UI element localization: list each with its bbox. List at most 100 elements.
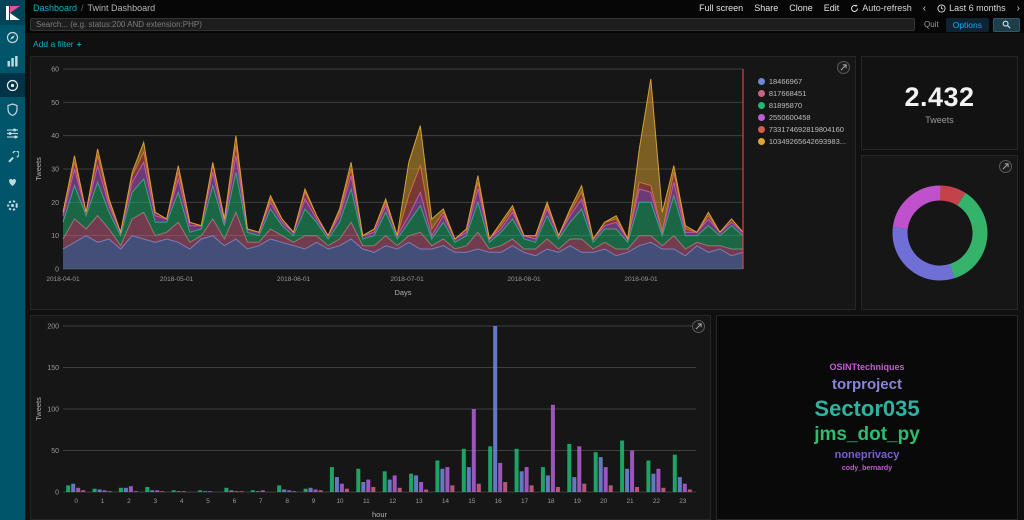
svg-text:5: 5 xyxy=(206,498,210,505)
dashboard-gauge-icon xyxy=(6,79,19,91)
tag-word[interactable]: OSINTtechniques xyxy=(829,362,904,372)
search-icon xyxy=(1002,20,1011,29)
panel-tag-cloud: OSINTtechniques torproject Sector035 jms_do… xyxy=(716,315,1018,520)
svg-text:2018-04-01: 2018-04-01 xyxy=(46,276,80,283)
svg-text:0: 0 xyxy=(55,490,59,497)
svg-text:11: 11 xyxy=(363,498,370,505)
svg-text:4: 4 xyxy=(180,498,184,505)
add-filter-link[interactable]: Add a filter + xyxy=(33,39,82,49)
legend-color-dot xyxy=(757,102,765,109)
svg-text:14: 14 xyxy=(442,498,450,505)
legend-label: 733174692819804160 xyxy=(768,125,844,134)
legend-item[interactable]: 18466967 xyxy=(757,77,846,86)
legend-color-dot xyxy=(757,138,765,145)
quit-button[interactable]: Quit xyxy=(924,20,939,29)
svg-text:40: 40 xyxy=(51,133,59,140)
legend-item[interactable]: 2550600458 xyxy=(757,113,846,122)
svg-text:9: 9 xyxy=(312,498,316,505)
gear-icon xyxy=(7,199,18,211)
svg-text:20: 20 xyxy=(600,498,608,505)
svg-text:2018-09-01: 2018-09-01 xyxy=(624,276,658,283)
sidebar-item-visualize[interactable] xyxy=(0,49,25,73)
legend-item[interactable]: 817668451 xyxy=(757,89,846,98)
sidebar-item-discover[interactable] xyxy=(0,25,25,49)
sidebar-item-timelion[interactable] xyxy=(0,121,25,145)
edit-button[interactable]: Edit xyxy=(824,3,840,13)
time-range-picker[interactable]: Last 6 months xyxy=(937,3,1006,13)
legend-item[interactable]: 81895870 xyxy=(757,101,846,110)
svg-text:1: 1 xyxy=(101,498,105,505)
hourly-bar-chart[interactable]: 0501001502000 1 2 3 4 5 6 7 8 9 10 11 12 13 14 15 16 17 18… xyxy=(33,320,703,520)
svg-text:2: 2 xyxy=(127,498,131,505)
shield-icon xyxy=(7,102,18,116)
sidebar-item-dashboard[interactable] xyxy=(0,73,25,97)
panel-tweet-share xyxy=(861,155,1018,310)
full-screen-button[interactable]: Full screen xyxy=(699,3,743,13)
auto-refresh-label: Auto-refresh xyxy=(862,3,912,13)
metric-label: Tweets xyxy=(925,114,954,125)
breadcrumb-dashboard-link[interactable]: Dashboard xyxy=(33,3,77,13)
svg-text:2018-07-01: 2018-07-01 xyxy=(390,276,424,283)
legend-item[interactable]: 733174692819804160 xyxy=(757,125,846,134)
search-submit-button[interactable] xyxy=(993,17,1020,32)
time-forward-chevron[interactable]: › xyxy=(1017,3,1020,14)
svg-text:0: 0 xyxy=(55,267,59,274)
kibana-logo[interactable] xyxy=(0,0,25,25)
svg-text:3: 3 xyxy=(154,498,158,505)
svg-text:2018-05-01: 2018-05-01 xyxy=(160,276,194,283)
svg-text:17: 17 xyxy=(521,498,529,505)
filter-bar: Add a filter + xyxy=(25,36,1024,52)
svg-text:10: 10 xyxy=(336,498,344,505)
time-back-chevron[interactable]: ‹ xyxy=(923,3,926,14)
legend-color-dot xyxy=(757,126,765,133)
svg-text:23: 23 xyxy=(679,498,687,505)
sidebar-item-monitoring[interactable] xyxy=(0,169,25,193)
legend-item[interactable]: 10349265642693983... xyxy=(757,137,846,146)
svg-text:hour: hour xyxy=(372,510,388,519)
svg-text:6: 6 xyxy=(233,498,237,505)
kibana-dashboard-page: Dashboard / Twint Dashboard Full screen … xyxy=(0,0,1024,520)
chart-legend: 18466967 817668451 81895870 2550600458 73317… xyxy=(757,77,846,146)
panel-expand-icon[interactable] xyxy=(999,160,1012,173)
svg-text:30: 30 xyxy=(51,167,59,174)
svg-text:50: 50 xyxy=(51,448,59,455)
donut-chart[interactable] xyxy=(882,175,998,291)
svg-text:60: 60 xyxy=(51,67,59,74)
heart-icon xyxy=(9,178,16,186)
svg-text:50: 50 xyxy=(51,100,59,107)
search-input[interactable] xyxy=(30,18,916,31)
sidebar-item-management[interactable] xyxy=(0,193,25,217)
tweets-area-chart[interactable]: 0 10 20 30 40 50 60 2018-04-01 2018-05-01 2018-06… xyxy=(33,63,749,303)
share-button[interactable]: Share xyxy=(754,3,778,13)
clone-button[interactable]: Clone xyxy=(789,3,813,13)
svg-text:19: 19 xyxy=(574,498,582,505)
panel-expand-icon[interactable] xyxy=(692,320,705,333)
discover-compass-icon xyxy=(6,31,19,43)
legend-color-dot xyxy=(757,114,765,121)
svg-text:2018-06-01: 2018-06-01 xyxy=(277,276,311,283)
tag-word[interactable]: jms_dot_py xyxy=(814,424,920,446)
auto-refresh-button[interactable]: Auto-refresh xyxy=(850,3,912,13)
svg-text:16: 16 xyxy=(495,498,503,505)
svg-text:8: 8 xyxy=(285,498,289,505)
svg-text:Tweets: Tweets xyxy=(34,157,43,181)
visualize-bar-chart-icon xyxy=(7,55,18,66)
tag-word[interactable]: Sector035 xyxy=(814,396,919,421)
panel-expand-icon[interactable] xyxy=(837,61,850,74)
metric-value: 2.432 xyxy=(904,81,975,112)
svg-text:20: 20 xyxy=(51,200,59,207)
sidebar-item-dev-tools[interactable] xyxy=(0,145,25,169)
tag-word[interactable]: torproject xyxy=(832,376,902,393)
sidebar-item-security[interactable] xyxy=(0,97,25,121)
tag-cloud: OSINTtechniques torproject Sector035 jms_do… xyxy=(814,362,920,472)
svg-text:10: 10 xyxy=(51,233,59,240)
tag-word[interactable]: noneprivacy xyxy=(835,449,900,462)
svg-text:150: 150 xyxy=(47,365,59,372)
header-actions: Full screen Share Clone Edit Auto-refres… xyxy=(699,3,1024,14)
legend-label: 10349265642693983... xyxy=(768,137,846,146)
breadcrumb-separator: / xyxy=(81,3,84,13)
tag-word[interactable]: cody_bernardy xyxy=(842,465,892,473)
add-filter-plus-icon: + xyxy=(76,39,82,49)
svg-text:18: 18 xyxy=(547,498,555,505)
options-button[interactable]: Options xyxy=(945,17,989,32)
